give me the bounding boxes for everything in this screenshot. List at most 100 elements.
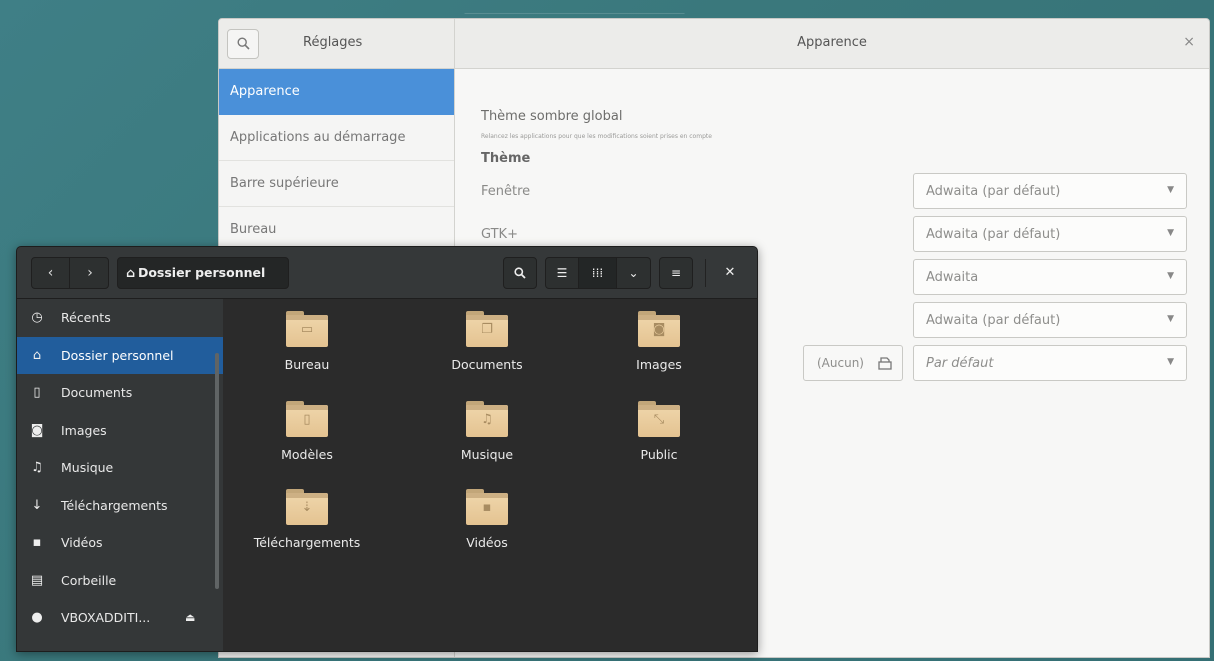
- sidebar-item-label: Dossier personnel: [61, 347, 174, 363]
- folder-item-public[interactable]: ⤡ Public: [579, 401, 739, 462]
- sidebar-item-label: Corbeille: [61, 572, 117, 588]
- theme-file-button[interactable]: (Aucun): [803, 345, 903, 381]
- folder-label: Vidéos: [466, 535, 508, 550]
- folder-item-desktop[interactable]: ▭ Bureau: [227, 311, 387, 372]
- gtk-theme-label: GTK+: [481, 227, 518, 242]
- disc-icon: ●: [31, 610, 43, 625]
- sidebar-item-home[interactable]: ⌂ Dossier personnel: [17, 336, 223, 374]
- sidebar-item-videos[interactable]: ▪ Vidéos: [17, 524, 223, 562]
- sidebar-item-top-bar[interactable]: Barre supérieure: [219, 161, 454, 207]
- settings-header-left: Réglages: [219, 19, 455, 69]
- menu-button[interactable]: ≡: [659, 257, 693, 289]
- documents-folder-icon: ❐: [466, 311, 508, 347]
- chevron-down-icon: ⌄: [628, 266, 639, 280]
- dropdown-arrow-icon: ▼: [1167, 357, 1174, 367]
- chevron-left-icon: ‹: [47, 265, 54, 281]
- trash-icon: ▤: [30, 572, 44, 588]
- home-icon: ⌂: [32, 347, 42, 363]
- combo-value: Adwaita (par défaut): [926, 184, 1061, 199]
- settings-page-title: Apparence: [797, 35, 867, 50]
- settings-header: Réglages Apparence ×: [219, 19, 1209, 69]
- combo-value: Par défaut: [926, 356, 994, 371]
- files-window: ‹ › ⌂ Dossier personnel ☰ ⁞⁞⁞ ⌄ ≡ ✕ ◷ Réce…: [16, 246, 758, 652]
- eject-icon[interactable]: ⏏: [185, 599, 195, 637]
- public-folder-icon: ⤡: [638, 401, 680, 437]
- downloads-folder-icon: ⇣: [286, 489, 328, 525]
- settings-close-button[interactable]: ×: [1183, 34, 1195, 50]
- sidebar-item-label: VBOXADDITI...: [61, 610, 151, 625]
- sidebar-item-label: Téléchargements: [61, 497, 168, 513]
- folder-item-documents[interactable]: ❐ Documents: [407, 311, 567, 372]
- sidebar-item-startup-applications[interactable]: Applications au démarrage: [219, 115, 454, 161]
- download-icon: ↓: [31, 497, 43, 513]
- grid-view-icon: ⁞⁞⁞: [591, 266, 604, 280]
- music-icon: ♫: [31, 460, 43, 475]
- sidebar-item-trash[interactable]: ▤ Corbeille: [17, 562, 223, 600]
- document-icon: ▯: [33, 385, 41, 400]
- dropdown-arrow-icon: ▼: [1167, 314, 1174, 324]
- search-icon: [514, 267, 526, 279]
- dropdown-arrow-icon: ▼: [1167, 228, 1174, 238]
- music-folder-icon: ♫: [466, 401, 508, 437]
- sidebar-item-apparence[interactable]: Apparence: [219, 69, 454, 115]
- folder-item-music[interactable]: ♫ Musique: [407, 401, 567, 462]
- files-search-button[interactable]: [503, 257, 537, 289]
- close-icon: ✕: [724, 265, 736, 280]
- combo-value: Adwaita (par défaut): [926, 227, 1061, 242]
- sidebar-scrollbar[interactable]: [215, 353, 219, 589]
- dropdown-arrow-icon: ▼: [1167, 185, 1174, 195]
- hamburger-icon: ≡: [670, 266, 682, 280]
- files-header: ‹ › ⌂ Dossier personnel ☰ ⁞⁞⁞ ⌄ ≡ ✕: [17, 247, 757, 299]
- sidebar-item-label: Documents: [61, 385, 133, 400]
- view-options-button[interactable]: ⌄: [617, 257, 651, 289]
- grid-view-button[interactable]: ⁞⁞⁞: [579, 257, 617, 289]
- folder-label: Téléchargements: [253, 535, 361, 550]
- chevron-right-icon: ›: [87, 265, 93, 281]
- window-theme-combo[interactable]: Adwaita (par défaut) ▼: [913, 173, 1187, 209]
- folder-label: Images: [636, 357, 682, 372]
- sidebar-item-downloads[interactable]: ↓ Téléchargements: [17, 487, 223, 525]
- combo-value: Adwaita: [926, 270, 979, 285]
- sidebar-item-vbox-disc[interactable]: ● VBOXADDITI... ⏏: [17, 599, 223, 637]
- sidebar-item-music[interactable]: ♫ Musique: [17, 449, 223, 487]
- combo-value: Adwaita (par défaut): [926, 313, 1061, 328]
- sidebar-item-label: Musique: [61, 460, 114, 475]
- folder-item-videos[interactable]: ▪ Vidéos: [407, 489, 567, 550]
- navigation-buttons: ‹ ›: [31, 257, 109, 289]
- folder-label: Documents: [451, 357, 523, 372]
- icon-theme-combo[interactable]: Adwaita (par défaut) ▼: [913, 302, 1187, 338]
- folder-item-templates[interactable]: ▯ Modèles: [227, 401, 387, 462]
- search-icon: [237, 37, 250, 50]
- gtk-theme-combo[interactable]: Adwaita (par défaut) ▼: [913, 216, 1187, 252]
- document-open-icon: [878, 357, 892, 370]
- back-button[interactable]: ‹: [32, 258, 70, 288]
- settings-search-button[interactable]: [227, 29, 259, 59]
- header-separator: [705, 259, 706, 287]
- pictures-folder-icon: ◙: [638, 311, 680, 347]
- files-close-button[interactable]: ✕: [713, 257, 747, 289]
- templates-folder-icon: ▯: [286, 401, 328, 437]
- folder-label: Modèles: [281, 447, 333, 462]
- folder-item-downloads[interactable]: ⇣ Téléchargements: [227, 489, 387, 550]
- list-view-button[interactable]: ☰: [545, 257, 579, 289]
- forward-button[interactable]: ›: [71, 258, 109, 288]
- sidebar-item-images[interactable]: ◙ Images: [17, 412, 223, 450]
- theme-heading: Thème: [481, 151, 531, 166]
- clock-icon: ◷: [31, 310, 43, 325]
- shell-theme-combo[interactable]: Adwaita ▼: [913, 259, 1187, 295]
- video-icon: ▪: [32, 535, 42, 550]
- path-bar-button[interactable]: ⌂ Dossier personnel: [117, 257, 289, 289]
- settings-app-title: Réglages: [303, 35, 363, 50]
- camera-icon: ◙: [30, 422, 44, 438]
- home-icon: ⌂: [126, 265, 135, 280]
- desktop-folder-icon: ▭: [286, 311, 328, 347]
- videos-folder-icon: ▪: [466, 489, 508, 525]
- sidebar-item-recent[interactable]: ◷ Récents: [17, 299, 223, 337]
- folder-item-images[interactable]: ◙ Images: [579, 311, 739, 372]
- path-label: Dossier personnel: [137, 265, 266, 280]
- window-theme-label: Fenêtre: [481, 184, 531, 199]
- dropdown-arrow-icon: ▼: [1167, 271, 1174, 281]
- dark-theme-label: Thème sombre global: [481, 109, 623, 124]
- cursor-theme-combo[interactable]: Par défaut ▼: [913, 345, 1187, 381]
- sidebar-item-documents[interactable]: ▯ Documents: [17, 374, 223, 412]
